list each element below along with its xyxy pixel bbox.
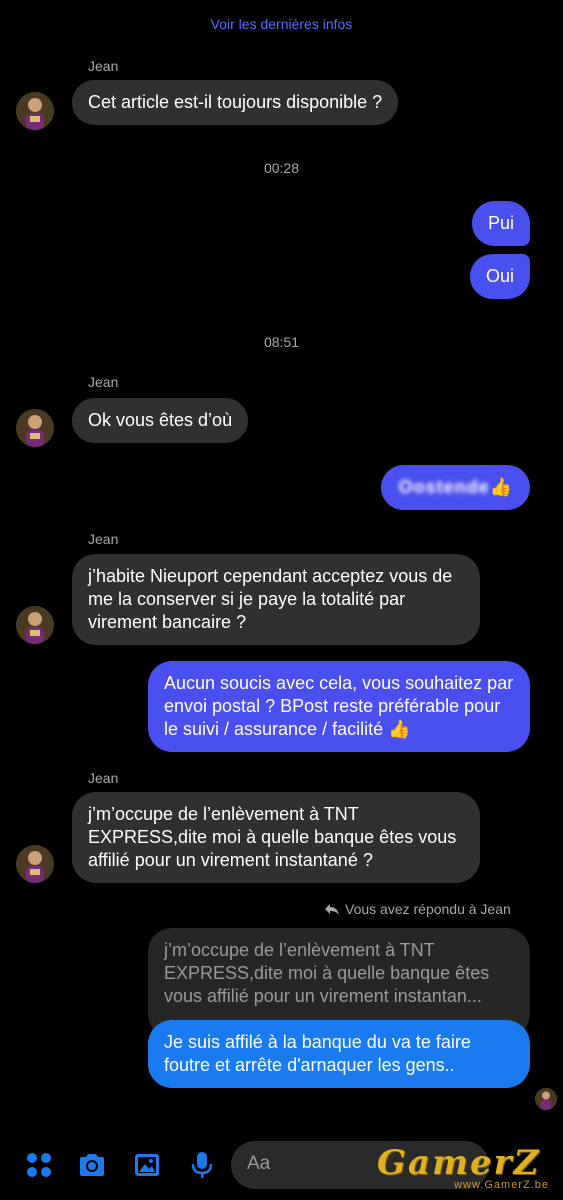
reply-indicator: Vous avez répondu à Jean — [324, 901, 511, 917]
thumbs-up-emoji: 👍 — [489, 477, 512, 497]
message-bubble-outgoing-reply[interactable]: Je suis affilé à la banque du va te fair… — [148, 1020, 530, 1088]
message-bubble-incoming[interactable]: Ok vous êtes d’où — [72, 398, 249, 443]
avatar[interactable] — [16, 92, 54, 130]
message-bubble-incoming[interactable]: j’habite Nieuport cependant acceptez vou… — [72, 554, 480, 645]
message-bubble-incoming[interactable]: j’m’occupe de l’enlèvement à TNT EXPRESS… — [72, 792, 480, 883]
redacted-text: Oostende — [398, 477, 490, 497]
reply-icon — [324, 902, 340, 916]
apps-icon[interactable] — [24, 1150, 54, 1180]
message-bubble-incoming[interactable]: Cet article est-il toujours disponible ? — [72, 80, 399, 125]
camera-icon[interactable] — [77, 1150, 107, 1180]
sender-name: Jean — [88, 531, 119, 547]
avatar[interactable] — [16, 845, 54, 883]
gallery-icon[interactable] — [132, 1150, 162, 1180]
see-latest-link[interactable]: Voir les dernières infos — [0, 16, 563, 32]
reply-note-text: Vous avez répondu à Jean — [345, 901, 511, 917]
timestamp: 00:28 — [263, 160, 300, 176]
thumbs-up-emoji: 👍 — [388, 719, 411, 739]
message-bubble-outgoing[interactable]: Oui — [469, 254, 530, 299]
timestamp: 08:51 — [263, 334, 300, 350]
sender-name: Jean — [88, 58, 119, 74]
microphone-icon[interactable] — [187, 1150, 217, 1180]
watermark-logo: GamerZ www.GamerZ.be — [377, 1143, 557, 1195]
avatar[interactable] — [16, 606, 54, 644]
message-input-placeholder: Aa — [247, 1153, 271, 1174]
message-text: Aucun soucis avec cela, vous souhaitez p… — [164, 673, 514, 739]
avatar[interactable] — [16, 409, 54, 447]
sender-name: Jean — [88, 770, 119, 786]
sender-name: Jean — [88, 374, 119, 390]
watermark-main: GamerZ — [377, 1143, 541, 1183]
message-bubble-outgoing[interactable]: Oostende👍 — [380, 465, 530, 510]
seen-avatar — [535, 1088, 557, 1110]
message-bubble-outgoing[interactable]: Aucun soucis avec cela, vous souhaitez p… — [148, 661, 530, 752]
message-bubble-outgoing[interactable]: Pui — [471, 201, 530, 246]
